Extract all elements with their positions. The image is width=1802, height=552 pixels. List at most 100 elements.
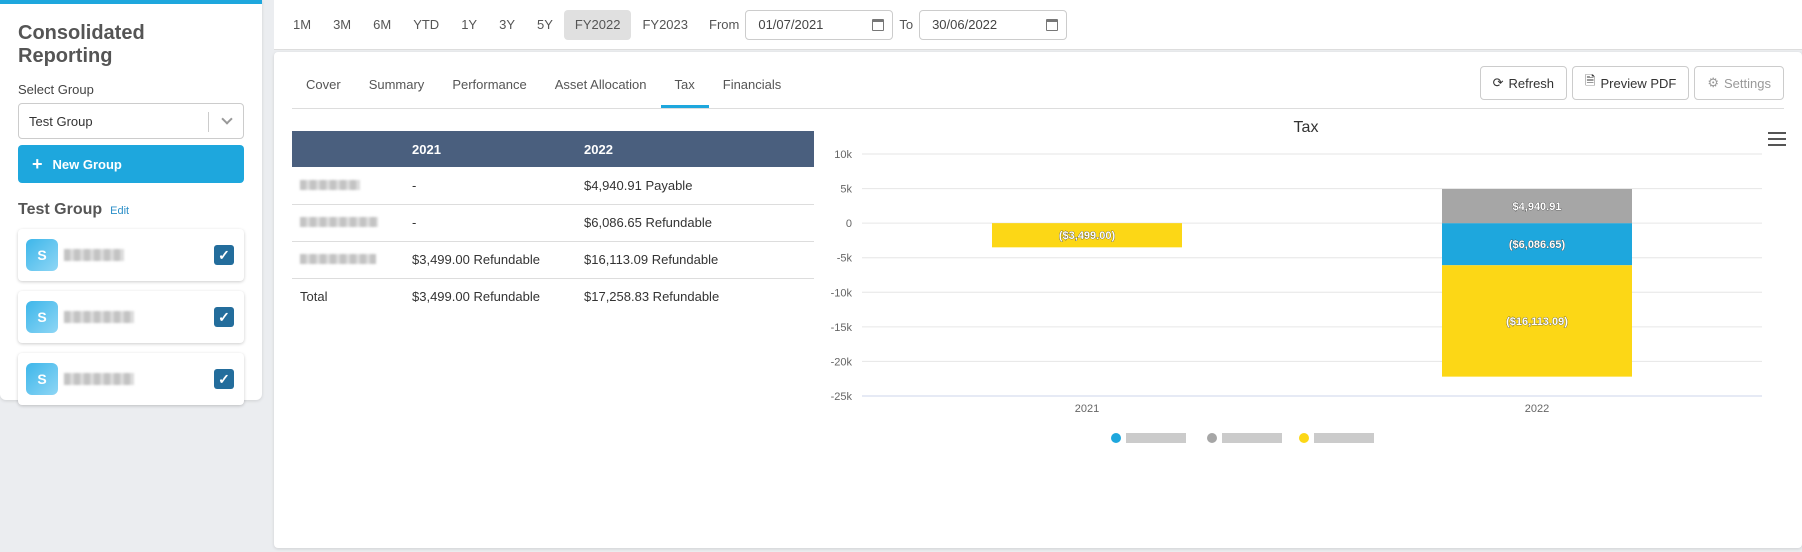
- period-button-3m[interactable]: 3M: [322, 10, 362, 40]
- cell-2022: $4,940.91 Payable: [576, 167, 814, 205]
- to-date-input[interactable]: 30/06/2022: [919, 9, 1068, 40]
- calendar-icon[interactable]: [1046, 18, 1059, 31]
- tab-tax[interactable]: Tax: [660, 51, 709, 108]
- data-label: ($3,499.00): [1059, 230, 1116, 242]
- redacted-name: [300, 179, 360, 190]
- chart-title: Tax: [1294, 119, 1319, 136]
- entity-card[interactable]: S ✓: [18, 291, 244, 343]
- sidebar: Consolidated Reporting Select Group Test…: [0, 0, 262, 405]
- tab-financials[interactable]: Financials: [709, 51, 796, 108]
- cell-2022: $16,113.09 Refundable: [576, 241, 814, 279]
- table-header-row: 2021 2022: [292, 131, 814, 167]
- x-tick-label: 2021: [1075, 403, 1099, 415]
- group-select-value: Test Group: [29, 113, 93, 129]
- table-header-2021: 2021: [404, 131, 576, 167]
- entity-name-redacted: [64, 249, 124, 261]
- legend-label-redacted: [1126, 433, 1186, 443]
- group-heading: Test Group Edit: [18, 201, 244, 219]
- tax-table: 2021 2022 - $4,940.91 Payable - $6,086.6…: [292, 131, 814, 315]
- legend-marker: [1207, 433, 1217, 443]
- calendar-icon[interactable]: [872, 18, 885, 31]
- entity-checkbox[interactable]: ✓: [214, 369, 234, 389]
- edit-group-link[interactable]: Edit: [110, 205, 129, 217]
- group-select[interactable]: Test Group: [18, 103, 244, 139]
- y-tick-label: -10k: [831, 287, 853, 299]
- tax-chart-svg: Tax 10k 5k 0 -5k -10k -15k -20k -25k ($3,499.00) 2…: [831, 119, 1762, 443]
- main-panel: Cover Summary Performance Asset Allocation T…: [274, 52, 1802, 548]
- tab-cover[interactable]: Cover: [292, 51, 355, 108]
- tax-chart: Tax 10k 5k 0 -5k -10k -15k -20k -25k ($3,499.00) 2…: [826, 112, 1786, 542]
- table-total-row: Total $3,499.00 Refundable $17,258.83 Re…: [292, 278, 814, 315]
- entity-checkbox[interactable]: ✓: [214, 245, 234, 265]
- select-group-label: Select Group: [18, 82, 94, 97]
- cell-2021: -: [404, 204, 576, 242]
- from-date-input[interactable]: 01/07/2021: [745, 9, 894, 40]
- chart-menu-icon[interactable]: [1768, 132, 1786, 146]
- period-button-6m[interactable]: 6M: [362, 10, 402, 40]
- legend-label-redacted: [1314, 433, 1374, 443]
- redacted-name: [300, 254, 376, 264]
- redacted-name: [300, 217, 378, 227]
- preview-pdf-button[interactable]: 🗎 Preview PDF: [1572, 66, 1690, 100]
- table-row: - $4,940.91 Payable: [292, 167, 814, 205]
- entity-checkbox[interactable]: ✓: [214, 307, 234, 327]
- tab-performance[interactable]: Performance: [438, 51, 540, 108]
- period-button-fy2022[interactable]: FY2022: [563, 9, 632, 40]
- period-button-5y[interactable]: 5Y: [526, 10, 564, 40]
- preview-pdf-label: Preview PDF: [1600, 75, 1677, 91]
- period-button-3y[interactable]: 3Y: [488, 10, 526, 40]
- gear-icon: ⚙: [1707, 75, 1720, 90]
- to-date-value: 30/06/2022: [932, 17, 998, 32]
- tab-summary[interactable]: Summary: [355, 51, 439, 108]
- data-label: $4,940.91: [1513, 201, 1562, 213]
- y-tick-label: -15k: [831, 322, 853, 334]
- cell-2021: $3,499.00 Refundable: [404, 241, 576, 279]
- settings-button[interactable]: ⚙ Settings: [1694, 66, 1784, 100]
- legend-marker: [1111, 433, 1121, 443]
- select-separator: [208, 112, 209, 132]
- period-button-1m[interactable]: 1M: [282, 10, 322, 40]
- to-label: To: [899, 17, 914, 32]
- table-row: $3,499.00 Refundable $16,113.09 Refundab…: [292, 241, 814, 279]
- refresh-label: Refresh: [1508, 75, 1555, 91]
- entity-card[interactable]: S ✓: [18, 229, 244, 281]
- total-2021: $3,499.00 Refundable: [412, 289, 540, 305]
- period-buttons: 1M 3M 6M YTD 1Y 3Y 5Y FY2022 FY2023: [282, 9, 699, 40]
- entity-cell-redacted: [292, 241, 404, 279]
- y-tick-label: 5k: [840, 184, 852, 196]
- x-tick-label: 2022: [1525, 403, 1549, 415]
- refresh-icon: ⟳: [1492, 75, 1504, 90]
- entity-logo-icon: S: [26, 239, 58, 271]
- entity-cell-redacted: [292, 167, 404, 205]
- sidebar-title: Consolidated Reporting: [18, 22, 145, 67]
- pdf-file-icon: 🗎: [1585, 73, 1596, 88]
- new-group-button[interactable]: + New Group: [18, 145, 244, 183]
- entity-logo-icon: S: [26, 363, 58, 395]
- cell-2021: -: [404, 167, 576, 205]
- from-date-value: 01/07/2021: [758, 17, 824, 32]
- y-tick-label: -20k: [831, 356, 853, 368]
- table-header-2022: 2022: [576, 131, 814, 167]
- entity-card[interactable]: S ✓: [18, 353, 244, 405]
- y-tick-label: -25k: [831, 391, 853, 403]
- new-group-label: New Group: [52, 156, 122, 172]
- entity-name-redacted: [64, 373, 134, 385]
- period-button-1y[interactable]: 1Y: [450, 10, 488, 40]
- legend-marker: [1299, 433, 1309, 443]
- table-row: - $6,086.65 Refundable: [292, 204, 814, 242]
- entity-name-redacted: [64, 311, 134, 323]
- from-label: From: [709, 17, 740, 32]
- settings-label: Settings: [1724, 75, 1771, 91]
- plus-icon: +: [32, 153, 43, 174]
- period-button-ytd[interactable]: YTD: [402, 10, 450, 40]
- y-tick-label: -5k: [837, 253, 853, 265]
- y-tick-label: 0: [846, 218, 852, 230]
- refresh-button[interactable]: ⟳ Refresh: [1479, 66, 1568, 100]
- table-header-entity: [292, 131, 404, 167]
- period-button-fy2023[interactable]: FY2023: [631, 10, 699, 40]
- tab-asset-allocation[interactable]: Asset Allocation: [541, 51, 661, 108]
- chevron-down-icon[interactable]: [221, 113, 233, 125]
- cell-2022: $6,086.65 Refundable: [576, 204, 814, 242]
- action-buttons: ⟳ Refresh 🗎 Preview PDF ⚙ Settings: [1479, 66, 1784, 100]
- entity-logo-icon: S: [26, 301, 58, 333]
